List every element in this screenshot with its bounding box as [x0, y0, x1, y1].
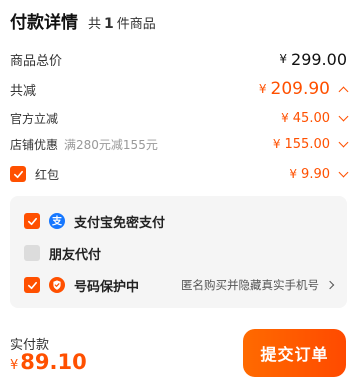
friend-pay-label: 朋友代付: [49, 247, 102, 263]
chevron-down-icon[interactable]: [338, 167, 349, 177]
shield-icon: [49, 277, 65, 293]
payment-options-box: 支 支付宝免密支付 朋友代付 号码保护中 匿名购买并隐藏真实手机号: [10, 196, 347, 308]
checkbox-unchecked-icon[interactable]: [24, 245, 40, 261]
actual-pay-amount: ¥ 89.10: [10, 350, 87, 374]
chevron-right-icon: [325, 280, 335, 290]
chevron-up-icon[interactable]: [338, 86, 349, 96]
official-discount-row: 官方立减 ¥ 45.00: [10, 109, 349, 127]
official-discount-amount: ¥ 45.00: [281, 111, 349, 126]
red-packet-amount: ¥ 9.90: [289, 167, 349, 182]
submit-order-button[interactable]: 提交订单: [243, 329, 346, 377]
red-packet-row: 红包 ¥ 9.90: [10, 164, 349, 184]
chevron-down-icon[interactable]: [338, 137, 349, 147]
discount-total-label: 共减: [10, 83, 37, 99]
checkbox-checked-icon[interactable]: [24, 213, 40, 229]
checkbox-checked-icon[interactable]: [24, 277, 40, 293]
store-discount-rule: 满280元减155元: [64, 137, 158, 152]
alipay-option-label: 支付宝免密支付: [74, 215, 166, 231]
page-title: 付款详情: [10, 13, 78, 33]
option-number-protection[interactable]: 号码保护中 匿名购买并隐藏真实手机号: [24, 274, 335, 296]
discount-total-row[interactable]: 共减 ¥ 209.90: [10, 79, 349, 99]
official-discount-label: 官方立减: [10, 111, 59, 126]
svg-text:支: 支: [51, 215, 63, 228]
store-discount-amount: ¥ 155.00: [273, 137, 349, 152]
red-packet-label: 红包: [35, 167, 60, 182]
store-discount-label: 店铺优惠: [10, 137, 59, 152]
number-protection-label: 号码保护中: [74, 279, 140, 295]
total-price-row: 商品总价 ¥ 299.00: [10, 49, 347, 69]
discount-total-amount: ¥ 209.90: [259, 79, 349, 99]
number-protection-tip[interactable]: 匿名购买并隐藏真实手机号: [181, 277, 335, 293]
chevron-down-icon[interactable]: [338, 111, 349, 121]
total-price-label: 商品总价: [10, 53, 63, 69]
total-price-amount: ¥ 299.00: [279, 49, 347, 69]
option-friend-pay[interactable]: 朋友代付: [24, 242, 333, 264]
item-count: 共 1 件商品: [88, 16, 156, 32]
alipay-icon: 支: [49, 213, 65, 229]
checkbox-checked-icon[interactable]: [10, 166, 26, 182]
option-alipay-nopassword[interactable]: 支 支付宝免密支付: [24, 210, 333, 232]
payment-details-panel: 付款详情 共 1 件商品 商品总价 ¥ 299.00 共减 ¥ 209.90 官方立…: [0, 0, 363, 392]
payment-header: 付款详情 共 1 件商品: [10, 8, 156, 33]
store-discount-row: 店铺优惠 满280元减155元 ¥ 155.00: [10, 135, 349, 153]
